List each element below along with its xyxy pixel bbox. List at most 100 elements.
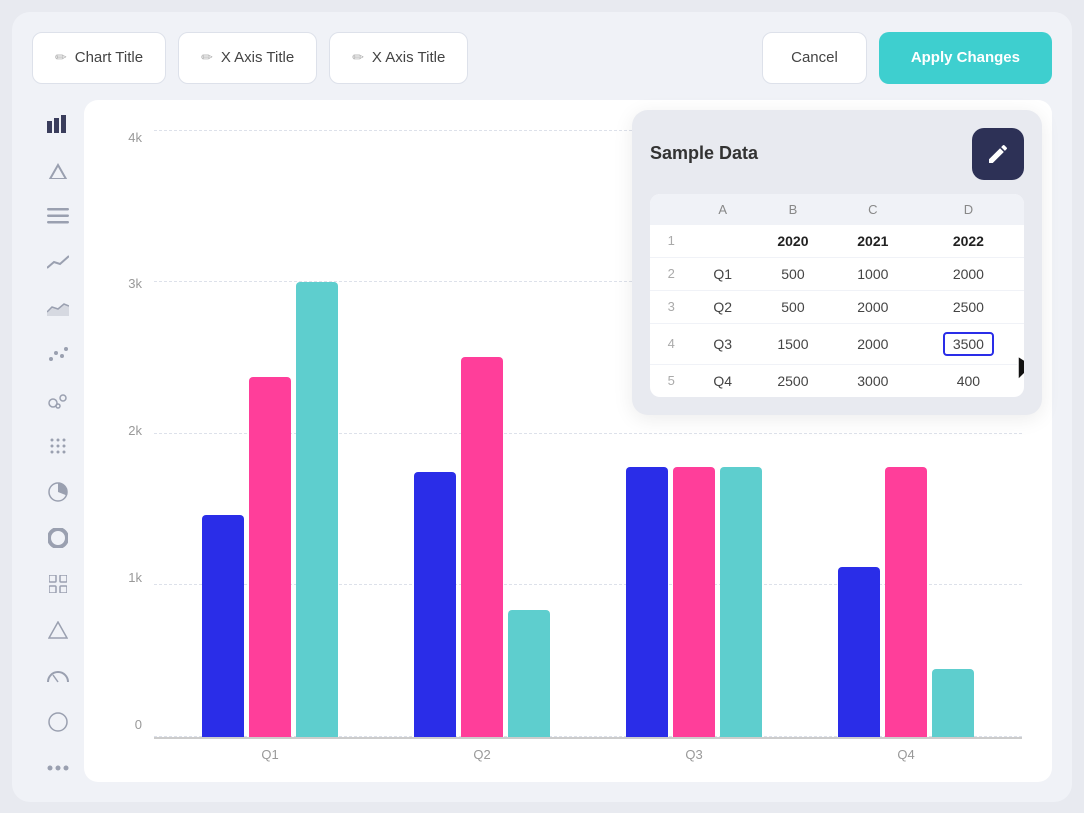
sample-data-panel: Sample Data A B C D [632, 110, 1042, 415]
bar-q4-pink [885, 467, 927, 737]
cell-5d[interactable]: 400 [913, 365, 1024, 397]
sidebar-icon-area[interactable] [44, 294, 72, 322]
bar-q2-teal [508, 610, 550, 737]
sidebar-icon-dot-grid[interactable] [44, 432, 72, 460]
y-label-0: 0 [135, 717, 142, 732]
bar-q1-blue [202, 515, 244, 737]
table-header-row: A B C D [650, 194, 1024, 225]
sidebar-icon-bubble[interactable] [44, 386, 72, 414]
sidebar-icon-more[interactable] [44, 754, 72, 782]
y-label-1k: 1k [128, 570, 142, 585]
sidebar-icon-grid[interactable] [44, 570, 72, 598]
y-label-3k: 3k [128, 276, 142, 291]
sidebar-icon-circle[interactable] [44, 708, 72, 736]
bar-group-q1 [202, 282, 338, 737]
panel-header: Sample Data [650, 128, 1024, 180]
col-header-b: B [753, 194, 833, 225]
sidebar-icon-bar-chart[interactable] [44, 110, 72, 138]
content-area: 4k 3k 2k 1k 0 [32, 100, 1052, 782]
x-label-q3: Q3 [624, 747, 764, 762]
cell-1d[interactable]: 2022 [913, 225, 1024, 258]
table-row: 1 2020 2021 2022 [650, 225, 1024, 258]
panel-edit-icon [986, 142, 1010, 166]
table-row: 4 Q3 1500 2000 3500 [650, 324, 1024, 365]
x-label-q4: Q4 [836, 747, 976, 762]
cancel-button[interactable]: Cancel [762, 32, 867, 84]
bar-q4-teal [932, 669, 974, 737]
cell-2d[interactable]: 2000 [913, 258, 1024, 291]
bar-group-q4 [838, 467, 974, 737]
cell-1b[interactable]: 2020 [753, 225, 833, 258]
col-header-d: D [913, 194, 1024, 225]
row-num-2: 2 [650, 258, 693, 291]
bar-q3-pink [673, 467, 715, 737]
table-row: 2 Q1 500 1000 2000 [650, 258, 1024, 291]
x-axis-title-label-1: X Axis Title [221, 49, 294, 66]
sidebar-icon-mountain[interactable] [44, 156, 72, 184]
x-axis-title-button-1[interactable]: ✏ X Axis Title [178, 32, 317, 84]
y-axis: 4k 3k 2k 1k 0 [104, 130, 154, 762]
bar-q1-pink [249, 377, 291, 737]
row-num-5: 5 [650, 365, 693, 397]
bar-q3-teal [720, 467, 762, 737]
chart-area: 4k 3k 2k 1k 0 [84, 100, 1052, 782]
sidebar-icon-gauge[interactable] [44, 662, 72, 690]
cell-4d[interactable]: 3500 [913, 324, 1024, 365]
apply-button[interactable]: Apply Changes [879, 32, 1052, 84]
x-label-q2: Q2 [412, 747, 552, 762]
cell-5a[interactable]: Q4 [693, 365, 753, 397]
cell-4d-value: 3500 [943, 332, 994, 356]
panel-title: Sample Data [650, 143, 758, 164]
col-header-empty [650, 194, 693, 225]
row-num-4: 4 [650, 324, 693, 365]
bar-q1-teal [296, 282, 338, 737]
chart-title-label: Chart Title [75, 49, 143, 66]
apply-label: Apply Changes [911, 49, 1020, 66]
cell-3b[interactable]: 500 [753, 291, 833, 324]
cell-3c[interactable]: 2000 [833, 291, 913, 324]
bar-group-q2 [414, 357, 550, 737]
table-row: 3 Q2 500 2000 2500 [650, 291, 1024, 324]
edit-icon-xaxis1: ✏ [201, 49, 213, 66]
sidebar-icon-line[interactable] [44, 248, 72, 276]
cell-1a[interactable] [693, 225, 753, 258]
sidebar-icon-scatter[interactable] [44, 340, 72, 368]
sidebar-icon-donut[interactable] [44, 524, 72, 552]
cell-5c[interactable]: 3000 [833, 365, 913, 397]
edit-icon-xaxis2: ✏ [352, 49, 364, 66]
row-num-1: 1 [650, 225, 693, 258]
cell-1c[interactable]: 2021 [833, 225, 913, 258]
bar-q4-blue [838, 567, 880, 737]
x-axis-title-button-2[interactable]: ✏ X Axis Title [329, 32, 468, 84]
x-axis: Q1 Q2 Q3 Q4 [154, 739, 1022, 762]
y-label-2k: 2k [128, 423, 142, 438]
col-header-c: C [833, 194, 913, 225]
row-num-3: 3 [650, 291, 693, 324]
cell-4c[interactable]: 2000 [833, 324, 913, 365]
bar-q2-pink [461, 357, 503, 737]
edit-icon-chart: ✏ [55, 49, 67, 66]
x-label-q1: Q1 [200, 747, 340, 762]
bar-group-q3 [626, 467, 762, 737]
toolbar: ✏ Chart Title ✏ X Axis Title ✏ X Axis Ti… [32, 32, 1052, 84]
bar-q2-blue [414, 472, 456, 737]
cell-4a[interactable]: Q3 [693, 324, 753, 365]
x-axis-title-label-2: X Axis Title [372, 49, 445, 66]
sidebar-icon-pie[interactable] [44, 478, 72, 506]
data-table: A B C D 1 2020 2021 2022 [650, 194, 1024, 397]
cell-3d[interactable]: 2500 [913, 291, 1024, 324]
cell-5b[interactable]: 2500 [753, 365, 833, 397]
cell-4b[interactable]: 1500 [753, 324, 833, 365]
cell-2a[interactable]: Q1 [693, 258, 753, 291]
cell-3a[interactable]: Q2 [693, 291, 753, 324]
cell-2b[interactable]: 500 [753, 258, 833, 291]
cancel-label: Cancel [791, 49, 838, 66]
sidebar-icon-list[interactable] [44, 202, 72, 230]
panel-edit-button[interactable] [972, 128, 1024, 180]
cell-2c[interactable]: 1000 [833, 258, 913, 291]
sidebar [32, 100, 84, 782]
y-label-4k: 4k [128, 130, 142, 145]
sidebar-icon-triangle[interactable] [44, 616, 72, 644]
chart-title-button[interactable]: ✏ Chart Title [32, 32, 166, 84]
main-container: ✏ Chart Title ✏ X Axis Title ✏ X Axis Ti… [12, 12, 1072, 802]
